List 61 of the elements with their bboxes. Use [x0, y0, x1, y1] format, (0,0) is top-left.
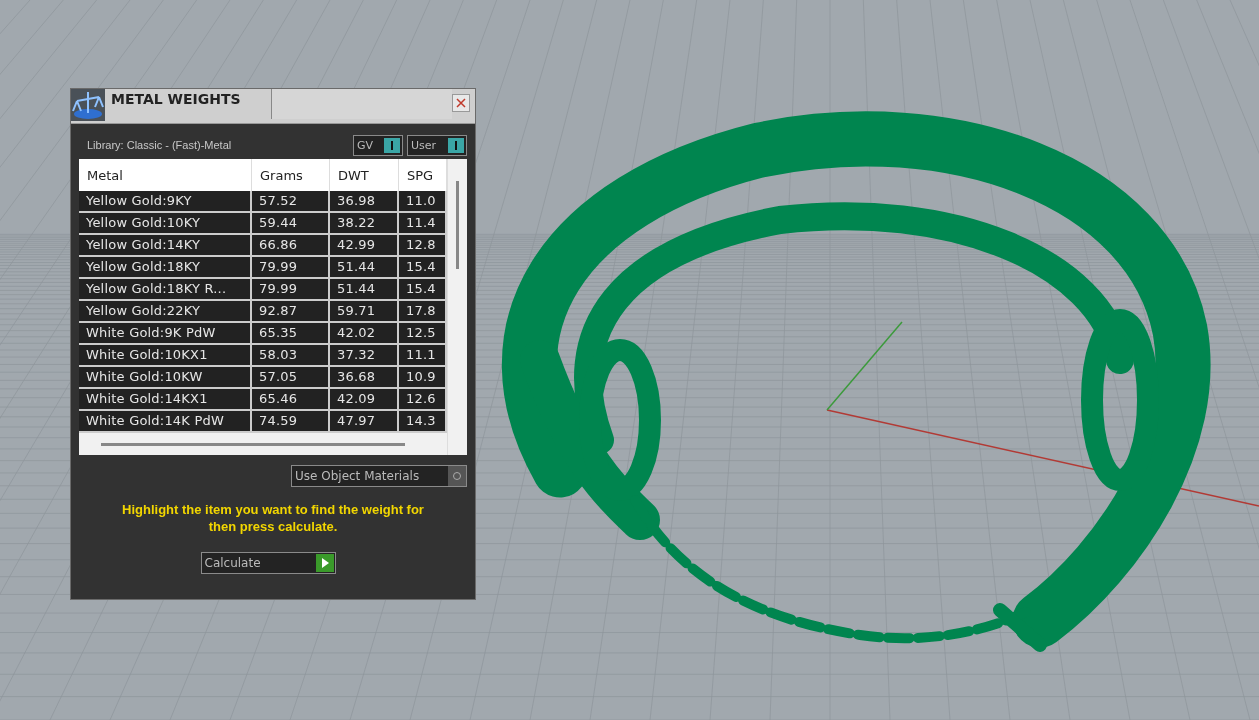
instruction-text: Highlight the item you want to find the weight for then press calculate. [121, 501, 425, 535]
table-cell[interactable]: Yellow Gold:9KY [79, 191, 252, 213]
table-cell[interactable]: 79.99 [252, 279, 330, 301]
table-cell[interactable]: 59.44 [252, 213, 330, 235]
table-cell[interactable]: 12.6 [399, 389, 447, 411]
play-icon [320, 558, 329, 568]
column-header[interactable]: SPG [399, 159, 447, 191]
horizontal-scrollbar[interactable] [101, 442, 405, 446]
table-cell[interactable]: 12.5 [399, 323, 447, 345]
table-cell[interactable]: White Gold:14K PdW [79, 411, 252, 433]
scale-icon [71, 89, 105, 121]
column-header[interactable]: Grams [252, 159, 330, 191]
table-cell[interactable]: 11.1 [399, 345, 447, 367]
table-cell[interactable]: 37.32 [330, 345, 399, 367]
table-cell[interactable]: 58.03 [252, 345, 330, 367]
use-object-materials-checkbox[interactable]: Use Object Materials [291, 465, 467, 487]
column-header[interactable]: Metal [79, 159, 252, 191]
table-cell[interactable]: 47.97 [330, 411, 399, 433]
table-cell[interactable]: White Gold:10KX1 [79, 345, 252, 367]
vertical-scrollbar[interactable] [456, 181, 459, 269]
toggle-switch[interactable]: GV [353, 134, 403, 156]
table-cell[interactable]: 57.52 [252, 191, 330, 213]
close-button[interactable] [452, 94, 470, 112]
library-label: Library: Classic - (Fast)-Metal [86, 139, 232, 151]
table-cell[interactable]: 38.22 [330, 213, 399, 235]
close-icon [456, 98, 466, 108]
table-cell[interactable]: 42.02 [330, 323, 399, 345]
table-cell[interactable]: Yellow Gold:18KY [79, 257, 252, 279]
table-cell[interactable]: 66.86 [252, 235, 330, 257]
table-cell[interactable]: 11.4 [399, 213, 447, 235]
table-cell[interactable]: 74.59 [252, 411, 330, 433]
table-cell[interactable]: 10.9 [399, 367, 447, 389]
table-cell[interactable]: 36.68 [330, 367, 399, 389]
column-header[interactable]: DWT [330, 159, 399, 191]
table-cell[interactable]: 79.99 [252, 257, 330, 279]
table-cell[interactable]: 12.8 [399, 235, 447, 257]
table-cell[interactable]: 42.99 [330, 235, 399, 257]
table-cell[interactable]: Yellow Gold:10KY [79, 213, 252, 235]
toggle-switch[interactable]: User [407, 134, 467, 156]
table-cell[interactable]: 59.71 [330, 301, 399, 323]
table-cell[interactable]: 51.44 [330, 257, 399, 279]
table-cell[interactable]: 92.87 [252, 301, 330, 323]
calculate-button[interactable]: Calculate [200, 552, 336, 574]
table-cell[interactable]: White Gold:10KW [79, 367, 252, 389]
table-cell[interactable]: 51.44 [330, 279, 399, 301]
table-cell[interactable]: Yellow Gold:18KY R... [79, 279, 252, 301]
table-cell[interactable]: Yellow Gold:14KY [79, 235, 252, 257]
table-cell[interactable]: 14.3 [399, 411, 447, 433]
table-cell[interactable]: 65.46 [252, 389, 330, 411]
table-cell[interactable]: 11.0 [399, 191, 447, 213]
table-cell[interactable]: White Gold:9K PdW [79, 323, 252, 345]
table-cell[interactable]: 65.35 [252, 323, 330, 345]
table-cell[interactable]: 17.8 [399, 301, 447, 323]
table-cell[interactable]: 57.05 [252, 367, 330, 389]
window-title: METAL WEIGHTS [110, 90, 242, 107]
table-cell[interactable]: Yellow Gold:22KY [79, 301, 252, 323]
table-cell[interactable]: 15.4 [399, 257, 447, 279]
table-cell[interactable]: White Gold:14KX1 [79, 389, 252, 411]
table-cell[interactable]: 15.4 [399, 279, 447, 301]
table-cell[interactable]: 36.98 [330, 191, 399, 213]
table-cell[interactable]: 42.09 [330, 389, 399, 411]
